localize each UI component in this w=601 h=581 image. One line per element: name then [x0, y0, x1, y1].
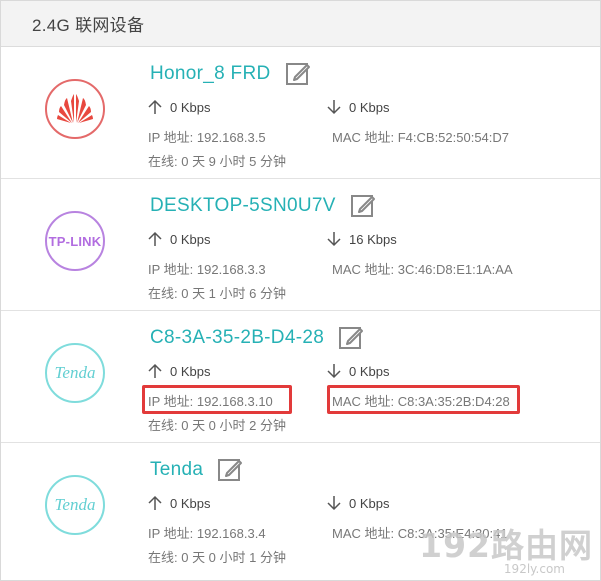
download-value: 0 Kbps	[349, 363, 390, 379]
arrow-down-icon	[327, 496, 341, 511]
connected-devices-panel: 2.4G 联网设备 Honor_8 FRD 0 Kbps 0 Kbps IP 地…	[0, 0, 601, 581]
upload-value: 0 Kbps	[170, 99, 211, 115]
mac-address: MAC 地址: F4:CB:52:50:54:D7	[332, 130, 510, 145]
arrow-up-icon	[148, 99, 162, 114]
edit-icon[interactable]	[338, 325, 364, 351]
online-duration: 在线: 0 天 9 小时 5 分钟	[148, 154, 286, 169]
mac-highlight-box	[327, 385, 520, 414]
ip-address: IP 地址: 192.168.3.4	[148, 526, 266, 541]
online-duration: 在线: 0 天 0 小时 2 分钟	[148, 418, 286, 433]
arrow-down-icon	[327, 232, 341, 247]
arrow-down-icon	[327, 100, 341, 115]
arrow-up-icon	[148, 231, 162, 246]
upload-rate: 0 Kbps	[148, 231, 210, 247]
ip-address: IP 地址: 192.168.3.3	[148, 262, 266, 277]
mac-address: MAC 地址: 3C:46:D8:E1:1A:AA	[332, 262, 513, 277]
download-rate: 0 Kbps	[327, 99, 389, 115]
tenda-logo-text: Tenda	[54, 363, 96, 382]
arrow-down-icon	[327, 364, 341, 379]
edit-icon[interactable]	[350, 193, 376, 219]
download-value: 0 Kbps	[349, 99, 390, 115]
device-name: C8-3A-35-2B-D4-28	[150, 327, 325, 348]
download-value: 16 Kbps	[349, 231, 397, 247]
upload-rate: 0 Kbps	[148, 363, 210, 379]
device-item: TP-LINK DESKTOP-5SN0U7V 0 Kbps 16 Kbps I…	[1, 179, 600, 311]
edit-icon[interactable]	[285, 61, 311, 87]
upload-value: 0 Kbps	[170, 231, 211, 247]
ip-address: IP 地址: 192.168.3.5	[148, 130, 266, 145]
edit-icon[interactable]	[217, 457, 243, 483]
device-name: Tenda	[150, 459, 204, 480]
online-duration: 在线: 0 天 1 小时 6 分钟	[148, 286, 286, 301]
arrow-up-icon	[148, 363, 162, 378]
upload-rate: 0 Kbps	[148, 99, 210, 115]
upload-rate: 0 Kbps	[148, 495, 210, 511]
download-rate: 16 Kbps	[327, 231, 397, 247]
download-value: 0 Kbps	[349, 495, 390, 511]
device-item: Honor_8 FRD 0 Kbps 0 Kbps IP 地址: 192.168…	[1, 47, 600, 179]
arrow-up-icon	[148, 495, 162, 510]
tenda-logo: Tenda	[45, 475, 105, 535]
watermark-main: 192路由网	[419, 526, 593, 565]
device-item: Tenda C8-3A-35-2B-D4-28 0 Kbps 0 Kbps IP…	[1, 311, 600, 443]
panel-title: 2.4G 联网设备	[32, 16, 145, 35]
download-rate: 0 Kbps	[327, 495, 389, 511]
huawei-logo	[45, 79, 105, 139]
download-rate: 0 Kbps	[327, 363, 389, 379]
ip-highlight-box	[142, 385, 292, 414]
panel-header: 2.4G 联网设备	[1, 1, 600, 47]
tenda-logo: Tenda	[45, 343, 105, 403]
tenda-logo-text: Tenda	[54, 495, 96, 514]
device-name: DESKTOP-5SN0U7V	[150, 195, 336, 216]
tplink-logo: TP-LINK	[45, 211, 105, 271]
huawei-petals-icon	[57, 94, 93, 123]
site-watermark: 192路由网 192ly.com	[419, 526, 593, 576]
online-duration: 在线: 0 天 0 小时 1 分钟	[148, 550, 286, 565]
tplink-logo-text: TP-LINK	[48, 233, 102, 249]
upload-value: 0 Kbps	[170, 495, 211, 511]
upload-value: 0 Kbps	[170, 363, 211, 379]
device-name: Honor_8 FRD	[150, 63, 271, 84]
